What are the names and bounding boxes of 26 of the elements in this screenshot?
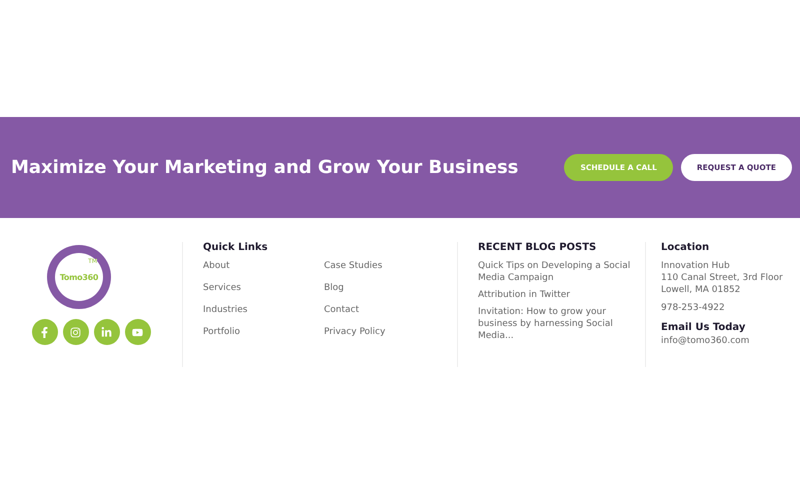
logo-text: Tomo360 [60,272,98,282]
instagram-icon[interactable] [62,319,88,345]
footer-link[interactable]: About [203,260,324,273]
footer-link[interactable]: Blog [324,282,444,295]
address-line: Lowell, MA 01852 [661,284,742,296]
facebook-icon[interactable] [32,319,58,345]
email-link[interactable]: info@tomo360.com [661,335,800,347]
footer-link[interactable]: Privacy Policy [324,326,444,339]
banner-headline: Maximize Your Marketing and Grow Your Business [11,157,518,178]
blog-post-link[interactable]: Quick Tips on Developing a Social Media Campaign [478,260,645,284]
blog-post-link[interactable]: Attribution in Twitter [478,289,645,301]
footer-link[interactable]: Services [203,282,324,295]
footer-link[interactable]: Industries [203,304,324,317]
address-line: 110 Canal Street, 3rd Floor [661,272,784,284]
footer-link[interactable]: Contact [324,304,444,317]
footer-link[interactable]: Portfolio [203,326,324,339]
blog-post-link[interactable]: Invitation: How to grow your business by harnessing Social Media... [478,306,645,342]
address-line: Innovation Hub [661,260,731,272]
quick-links-title: Quick Links [203,242,269,253]
phone-number: 978-253-4922 [661,302,726,314]
footer-link[interactable]: Case Studies [324,260,444,273]
youtube-icon[interactable] [124,319,150,345]
linkedin-icon[interactable] [94,319,120,345]
email-title: Email Us Today [661,322,746,333]
location-title: Location [661,242,710,253]
blog-title: RECENT BLOG POSTS [478,242,598,253]
